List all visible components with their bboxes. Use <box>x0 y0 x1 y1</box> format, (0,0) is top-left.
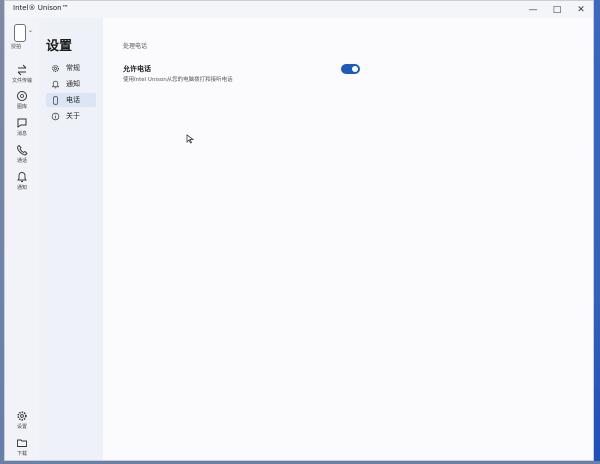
rail-item-gallery[interactable]: 图库 <box>5 90 39 116</box>
rail-item-notifications[interactable]: 通知 <box>5 171 39 197</box>
app-window: Intel® Unison™ — □ ✕ ⌄ 授拍 文件传输 图库 消息 通话 … <box>4 0 594 461</box>
minimize-button[interactable]: — <box>521 1 545 18</box>
gallery-icon <box>17 91 27 101</box>
rail-item-messages[interactable]: 消息 <box>5 117 39 143</box>
title-bar: Intel® Unison™ — □ ✕ <box>5 1 593 18</box>
nav-item-label: 常规 <box>66 64 80 72</box>
rail-item-label: 文件传输 <box>11 78 32 84</box>
nav-item-notifications[interactable]: 通知 <box>46 77 96 91</box>
mouse-cursor-icon <box>186 134 194 144</box>
rail-item-label: 图库 <box>16 104 27 110</box>
close-button[interactable]: ✕ <box>569 1 593 18</box>
gear-icon <box>52 64 59 72</box>
rail-item-file-transfer[interactable]: 文件传输 <box>5 64 39 90</box>
settings-panel: 设置 常规 通知 电话 关于 <box>39 18 103 460</box>
rail-item-label: 下载 <box>16 451 27 457</box>
message-icon <box>17 118 27 128</box>
toggle-knob <box>352 66 358 72</box>
page-title: 设置 <box>46 39 73 54</box>
nav-item-label: 电话 <box>66 96 80 104</box>
settings-content: 处理电话 允许电话 使用Intel Unison从您的电脑拨打和接听电话 <box>103 18 593 460</box>
phone-outline-icon <box>53 95 58 105</box>
rail-item-settings[interactable]: 设置 <box>5 410 39 436</box>
nav-item-label: 通知 <box>66 80 80 88</box>
rail-item-label: 通知 <box>16 185 27 191</box>
bell-icon <box>17 172 27 182</box>
window-title: Intel® Unison™ <box>13 4 69 12</box>
section-label: 处理电话 <box>123 43 148 50</box>
info-icon <box>51 112 60 120</box>
device-label: 授拍 <box>11 44 22 50</box>
nav-item-about[interactable]: 关于 <box>46 109 96 123</box>
rail-item-calls[interactable]: 通话 <box>5 144 39 170</box>
gear-icon <box>17 411 27 421</box>
nav-item-label: 关于 <box>66 112 80 120</box>
setting-title: 允许电话 <box>123 65 151 73</box>
rail-item-label: 消息 <box>16 131 27 137</box>
bell-icon <box>51 80 60 88</box>
setting-description: 使用Intel Unison从您的电脑拨打和接听电话 <box>123 77 233 83</box>
nav-item-general[interactable]: 常规 <box>46 61 96 75</box>
rail-item-label: 设置 <box>16 424 27 430</box>
maximize-button[interactable]: □ <box>545 1 569 18</box>
swap-arrows-icon <box>17 64 27 76</box>
phone-icon <box>17 144 28 156</box>
nav-rail: ⌄ 授拍 文件传输 图库 消息 通话 通知 设置 下载 <box>5 18 39 460</box>
allow-calls-toggle[interactable] <box>341 64 360 74</box>
device-phone-icon[interactable] <box>14 24 26 42</box>
folder-icon <box>17 439 27 447</box>
rail-item-label: 通话 <box>16 158 27 164</box>
rail-item-downloads[interactable]: 下载 <box>5 437 39 460</box>
nav-item-phone[interactable]: 电话 <box>46 93 96 107</box>
chevron-down-icon[interactable]: ⌄ <box>28 27 33 34</box>
